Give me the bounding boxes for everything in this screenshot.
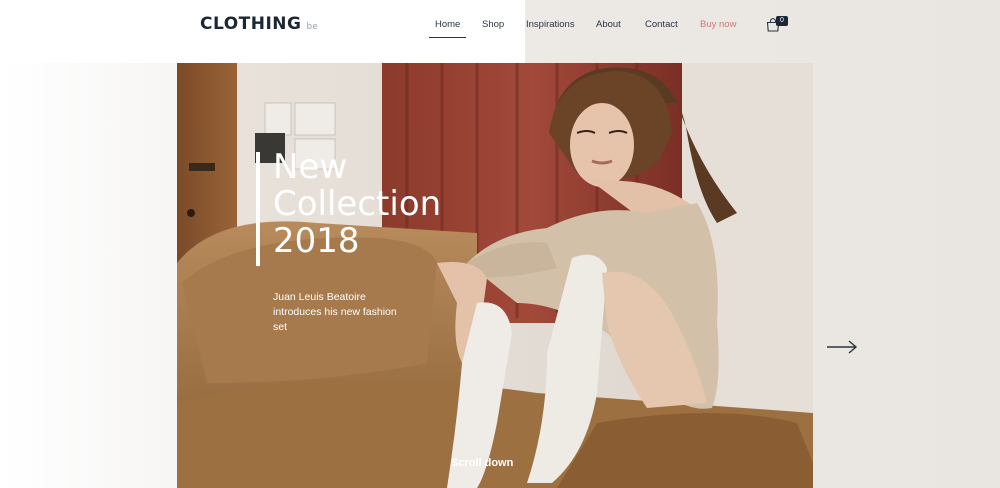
nav-shop[interactable]: Shop [482,19,504,30]
hero-title-line: Collection [273,184,442,224]
nav-home[interactable]: Home [428,19,467,38]
cart-count-badge: 0 [776,16,788,26]
main-nav: Home Shop Inspirations About Contact Buy… [0,0,1000,52]
nav-inspirations[interactable]: Inspirations [526,19,575,30]
hero-title-line: 2018 [273,221,360,261]
hero-title-line: New [273,147,348,187]
nav-contact[interactable]: Contact [645,19,678,30]
hero-accent-bar [256,152,260,266]
nav-buy-now[interactable]: Buy now [700,19,736,30]
scroll-down-link[interactable]: Scroll down [451,457,513,469]
nav-about[interactable]: About [596,19,621,30]
hero-banner: New Collection 2018 Juan Leuis Beatoire … [177,63,813,488]
next-slide-button[interactable] [826,338,858,356]
arrow-right-icon [827,340,858,354]
hero-photo [177,63,813,488]
hero-title: New Collection 2018 [273,149,533,260]
hero-subtitle: Juan Leuis Beatoire introduces his new f… [273,291,397,333]
